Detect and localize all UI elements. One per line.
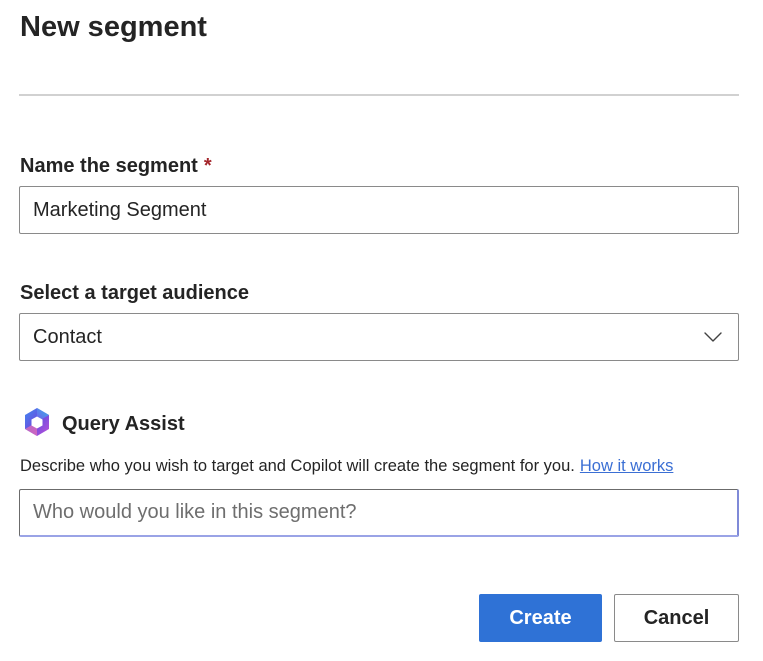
query-assist-description: Describe who you wish to target and Copi…: [20, 455, 673, 477]
target-audience-label: Select a target audience: [20, 282, 249, 304]
query-assist-title: Query Assist: [62, 413, 185, 435]
segment-name-input[interactable]: [19, 186, 739, 234]
how-it-works-link[interactable]: How it works: [580, 457, 674, 475]
query-assist-input[interactable]: [19, 489, 739, 537]
new-segment-dialog: New segment Name the segment* Select a t…: [0, 0, 763, 661]
copilot-icon: [22, 406, 52, 443]
create-button[interactable]: Create: [479, 594, 602, 642]
segment-name-label-text: Name the segment: [20, 155, 198, 177]
target-audience-select[interactable]: Contact: [19, 313, 739, 361]
segment-name-label: Name the segment *: [20, 153, 212, 179]
header-divider: [19, 94, 739, 96]
target-audience-value: Contact: [33, 325, 102, 348]
dialog-title: New segment: [20, 11, 207, 43]
required-mark: *: [203, 155, 212, 177]
chevron-down-icon: [703, 327, 723, 347]
cancel-button[interactable]: Cancel: [614, 594, 739, 642]
query-assist-description-text: Describe who you wish to target and Copi…: [20, 457, 575, 475]
query-assist-header: Query Assist: [22, 406, 185, 443]
